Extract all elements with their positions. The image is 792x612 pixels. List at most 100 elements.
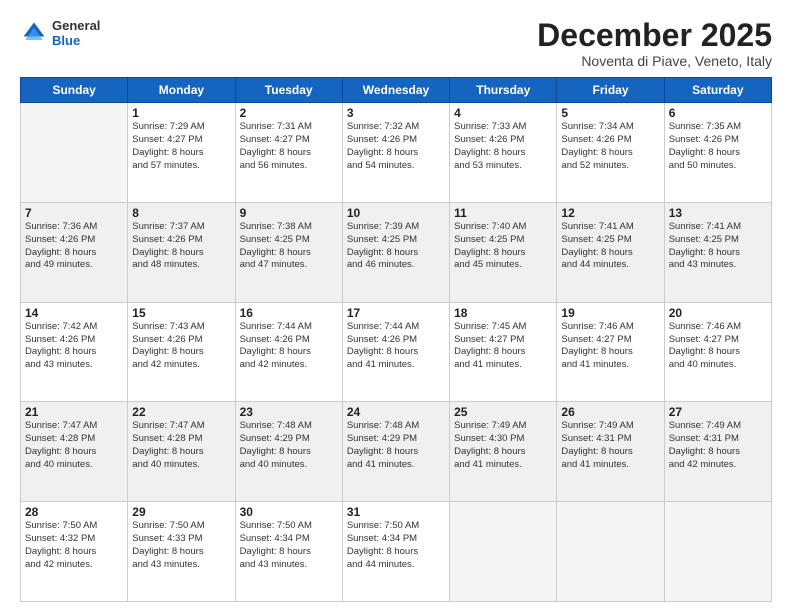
day-info: Sunrise: 7:35 AM Sunset: 4:26 PM Dayligh… (669, 121, 767, 172)
calendar-cell: 28Sunrise: 7:50 AM Sunset: 4:32 PM Dayli… (21, 502, 128, 602)
calendar-cell (557, 502, 664, 602)
location-subtitle: Noventa di Piave, Veneto, Italy (537, 53, 772, 69)
calendar-cell: 13Sunrise: 7:41 AM Sunset: 4:25 PM Dayli… (664, 202, 771, 302)
day-info: Sunrise: 7:46 AM Sunset: 4:27 PM Dayligh… (561, 321, 659, 372)
day-info: Sunrise: 7:47 AM Sunset: 4:28 PM Dayligh… (25, 420, 123, 471)
col-header-saturday: Saturday (664, 78, 771, 103)
calendar-cell: 16Sunrise: 7:44 AM Sunset: 4:26 PM Dayli… (235, 302, 342, 402)
calendar-cell: 17Sunrise: 7:44 AM Sunset: 4:26 PM Dayli… (342, 302, 449, 402)
logo-icon (20, 19, 48, 47)
calendar-cell (21, 103, 128, 203)
day-info: Sunrise: 7:48 AM Sunset: 4:29 PM Dayligh… (240, 420, 338, 471)
day-number: 3 (347, 106, 445, 120)
title-block: December 2025 Noventa di Piave, Veneto, … (537, 18, 772, 69)
day-number: 23 (240, 405, 338, 419)
calendar-cell: 7Sunrise: 7:36 AM Sunset: 4:26 PM Daylig… (21, 202, 128, 302)
calendar-cell: 3Sunrise: 7:32 AM Sunset: 4:26 PM Daylig… (342, 103, 449, 203)
day-number: 16 (240, 306, 338, 320)
calendar-cell: 4Sunrise: 7:33 AM Sunset: 4:26 PM Daylig… (450, 103, 557, 203)
day-info: Sunrise: 7:41 AM Sunset: 4:25 PM Dayligh… (669, 221, 767, 272)
day-info: Sunrise: 7:49 AM Sunset: 4:30 PM Dayligh… (454, 420, 552, 471)
day-number: 29 (132, 505, 230, 519)
day-info: Sunrise: 7:50 AM Sunset: 4:34 PM Dayligh… (240, 520, 338, 571)
day-number: 22 (132, 405, 230, 419)
calendar-cell (664, 502, 771, 602)
day-number: 17 (347, 306, 445, 320)
calendar-cell: 15Sunrise: 7:43 AM Sunset: 4:26 PM Dayli… (128, 302, 235, 402)
calendar-cell: 20Sunrise: 7:46 AM Sunset: 4:27 PM Dayli… (664, 302, 771, 402)
day-info: Sunrise: 7:42 AM Sunset: 4:26 PM Dayligh… (25, 321, 123, 372)
calendar-cell: 26Sunrise: 7:49 AM Sunset: 4:31 PM Dayli… (557, 402, 664, 502)
day-number: 19 (561, 306, 659, 320)
calendar-cell: 6Sunrise: 7:35 AM Sunset: 4:26 PM Daylig… (664, 103, 771, 203)
col-header-monday: Monday (128, 78, 235, 103)
calendar-cell: 31Sunrise: 7:50 AM Sunset: 4:34 PM Dayli… (342, 502, 449, 602)
day-info: Sunrise: 7:49 AM Sunset: 4:31 PM Dayligh… (561, 420, 659, 471)
col-header-sunday: Sunday (21, 78, 128, 103)
day-info: Sunrise: 7:38 AM Sunset: 4:25 PM Dayligh… (240, 221, 338, 272)
day-number: 28 (25, 505, 123, 519)
calendar-week-1: 7Sunrise: 7:36 AM Sunset: 4:26 PM Daylig… (21, 202, 772, 302)
day-number: 31 (347, 505, 445, 519)
day-number: 18 (454, 306, 552, 320)
calendar-cell: 1Sunrise: 7:29 AM Sunset: 4:27 PM Daylig… (128, 103, 235, 203)
day-number: 12 (561, 206, 659, 220)
day-info: Sunrise: 7:50 AM Sunset: 4:33 PM Dayligh… (132, 520, 230, 571)
day-info: Sunrise: 7:36 AM Sunset: 4:26 PM Dayligh… (25, 221, 123, 272)
calendar-cell: 12Sunrise: 7:41 AM Sunset: 4:25 PM Dayli… (557, 202, 664, 302)
calendar-cell: 30Sunrise: 7:50 AM Sunset: 4:34 PM Dayli… (235, 502, 342, 602)
day-number: 1 (132, 106, 230, 120)
day-number: 7 (25, 206, 123, 220)
day-number: 26 (561, 405, 659, 419)
day-number: 13 (669, 206, 767, 220)
day-info: Sunrise: 7:33 AM Sunset: 4:26 PM Dayligh… (454, 121, 552, 172)
day-info: Sunrise: 7:40 AM Sunset: 4:25 PM Dayligh… (454, 221, 552, 272)
calendar-table: SundayMondayTuesdayWednesdayThursdayFrid… (20, 77, 772, 602)
day-info: Sunrise: 7:50 AM Sunset: 4:34 PM Dayligh… (347, 520, 445, 571)
page: General Blue December 2025 Noventa di Pi… (0, 0, 792, 612)
day-info: Sunrise: 7:29 AM Sunset: 4:27 PM Dayligh… (132, 121, 230, 172)
calendar-cell: 8Sunrise: 7:37 AM Sunset: 4:26 PM Daylig… (128, 202, 235, 302)
calendar-week-2: 14Sunrise: 7:42 AM Sunset: 4:26 PM Dayli… (21, 302, 772, 402)
calendar-cell: 11Sunrise: 7:40 AM Sunset: 4:25 PM Dayli… (450, 202, 557, 302)
day-info: Sunrise: 7:32 AM Sunset: 4:26 PM Dayligh… (347, 121, 445, 172)
day-number: 27 (669, 405, 767, 419)
calendar-week-3: 21Sunrise: 7:47 AM Sunset: 4:28 PM Dayli… (21, 402, 772, 502)
day-number: 11 (454, 206, 552, 220)
day-number: 5 (561, 106, 659, 120)
calendar-cell: 10Sunrise: 7:39 AM Sunset: 4:25 PM Dayli… (342, 202, 449, 302)
calendar-cell: 14Sunrise: 7:42 AM Sunset: 4:26 PM Dayli… (21, 302, 128, 402)
calendar-cell: 25Sunrise: 7:49 AM Sunset: 4:30 PM Dayli… (450, 402, 557, 502)
col-header-thursday: Thursday (450, 78, 557, 103)
calendar-cell: 19Sunrise: 7:46 AM Sunset: 4:27 PM Dayli… (557, 302, 664, 402)
day-info: Sunrise: 7:45 AM Sunset: 4:27 PM Dayligh… (454, 321, 552, 372)
day-number: 25 (454, 405, 552, 419)
day-number: 10 (347, 206, 445, 220)
day-info: Sunrise: 7:44 AM Sunset: 4:26 PM Dayligh… (347, 321, 445, 372)
day-number: 2 (240, 106, 338, 120)
day-info: Sunrise: 7:37 AM Sunset: 4:26 PM Dayligh… (132, 221, 230, 272)
col-header-friday: Friday (557, 78, 664, 103)
day-number: 9 (240, 206, 338, 220)
day-number: 15 (132, 306, 230, 320)
day-info: Sunrise: 7:49 AM Sunset: 4:31 PM Dayligh… (669, 420, 767, 471)
calendar-cell: 22Sunrise: 7:47 AM Sunset: 4:28 PM Dayli… (128, 402, 235, 502)
calendar-cell (450, 502, 557, 602)
day-number: 4 (454, 106, 552, 120)
day-number: 21 (25, 405, 123, 419)
day-info: Sunrise: 7:50 AM Sunset: 4:32 PM Dayligh… (25, 520, 123, 571)
day-number: 20 (669, 306, 767, 320)
day-info: Sunrise: 7:31 AM Sunset: 4:27 PM Dayligh… (240, 121, 338, 172)
day-info: Sunrise: 7:46 AM Sunset: 4:27 PM Dayligh… (669, 321, 767, 372)
calendar-cell: 21Sunrise: 7:47 AM Sunset: 4:28 PM Dayli… (21, 402, 128, 502)
logo-text: General Blue (52, 18, 100, 48)
calendar-header-row: SundayMondayTuesdayWednesdayThursdayFrid… (21, 78, 772, 103)
calendar-cell: 9Sunrise: 7:38 AM Sunset: 4:25 PM Daylig… (235, 202, 342, 302)
calendar-week-0: 1Sunrise: 7:29 AM Sunset: 4:27 PM Daylig… (21, 103, 772, 203)
col-header-wednesday: Wednesday (342, 78, 449, 103)
day-info: Sunrise: 7:34 AM Sunset: 4:26 PM Dayligh… (561, 121, 659, 172)
calendar-cell: 29Sunrise: 7:50 AM Sunset: 4:33 PM Dayli… (128, 502, 235, 602)
day-number: 30 (240, 505, 338, 519)
day-info: Sunrise: 7:47 AM Sunset: 4:28 PM Dayligh… (132, 420, 230, 471)
calendar-cell: 27Sunrise: 7:49 AM Sunset: 4:31 PM Dayli… (664, 402, 771, 502)
